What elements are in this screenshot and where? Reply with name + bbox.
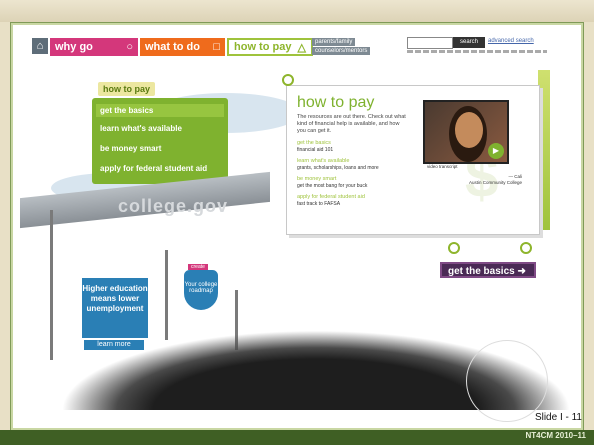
square-icon: □ <box>213 41 220 53</box>
slide-top-band <box>0 0 594 22</box>
slide-number: Slide I - 11 <box>534 412 582 423</box>
video-transcript-link[interactable]: video transcript <box>427 164 458 169</box>
quote-attribution: — Cali Austin Community College <box>462 174 522 186</box>
link-be-money-smart[interactable]: be money smart <box>297 176 336 182</box>
link-subtext: fast track to FAFSA <box>297 201 341 207</box>
menu-item-be-money-smart[interactable]: be money smart <box>100 144 161 153</box>
unemployment-sign[interactable]: Higher education means lower unemploymen… <box>82 278 148 338</box>
parents-link[interactable]: parents/family <box>312 38 356 46</box>
tab-how-to-pay[interactable]: how to pay △ <box>227 38 313 56</box>
tab-label: what to do <box>145 41 200 53</box>
tab-label: why go <box>55 41 93 53</box>
create-tag: create <box>188 264 208 270</box>
slide-footer-bar: NT4CM 2010–11 <box>0 430 594 445</box>
link-learn-whats-available[interactable]: learn what's available <box>297 158 349 164</box>
menu-header: how to pay <box>98 82 155 96</box>
link-subtext: financial aid 101 <box>297 147 334 153</box>
video-player[interactable]: ▶ <box>423 100 509 164</box>
link-subtext: get the most bang for your buck <box>297 183 368 189</box>
advanced-search-link[interactable]: advanced search <box>488 38 534 44</box>
circle-icon: ○ <box>126 41 133 53</box>
pin-icon <box>282 74 294 86</box>
arrow-right-icon: ➜ <box>517 266 526 277</box>
video-face <box>455 112 483 148</box>
menu-item-learn-whats-available[interactable]: learn what's available <box>100 124 182 133</box>
quote-school: Austin Community College <box>468 180 522 185</box>
top-navigation: ⌂ why go ○ what to do □ how to pay △ <box>32 38 313 56</box>
play-icon[interactable]: ▶ <box>488 143 504 159</box>
footer-code: NT4CM 2010–11 <box>525 431 586 440</box>
triangle-icon: △ <box>297 41 306 54</box>
how-to-pay-billboard: $ how to pay The resources are out there… <box>286 85 540 235</box>
menu-item-get-the-basics[interactable]: get the basics <box>96 104 224 117</box>
counselors-link[interactable]: counselors/mentors <box>312 47 371 55</box>
billboard-intro: The resources are out there. Check out w… <box>297 114 406 134</box>
tab-why-go[interactable]: why go ○ <box>50 38 138 56</box>
link-get-the-basics[interactable]: get the basics <box>297 140 331 146</box>
menu-item-apply-federal-aid[interactable]: apply for federal student aid <box>100 164 207 173</box>
power-pole <box>165 250 168 340</box>
billboard-title: how to pay <box>297 94 375 111</box>
search-input[interactable] <box>407 37 453 49</box>
power-pole <box>50 210 53 360</box>
learn-more-button[interactable]: learn more <box>84 340 144 350</box>
link-subtext: grants, scholarships, loans and more <box>297 165 379 171</box>
college-gov-watermark: college.gov <box>118 196 229 216</box>
cta-label: get the basics <box>448 266 515 277</box>
seal-watermark-icon <box>466 340 548 422</box>
search-button[interactable]: search <box>453 37 485 48</box>
home-icon[interactable]: ⌂ <box>32 38 48 54</box>
tab-label: how to pay <box>234 41 292 53</box>
pin-icon <box>520 242 532 254</box>
college-roadmap-sign[interactable]: Your college roadmap <box>182 268 220 312</box>
pin-icon <box>448 242 460 254</box>
get-the-basics-button[interactable]: get the basics ➜ <box>440 262 536 278</box>
link-apply-federal-aid[interactable]: apply for federal student aid <box>297 194 365 200</box>
how-to-pay-menu: get the basics learn what's available be… <box>92 98 228 184</box>
tab-what-to-do[interactable]: what to do □ <box>140 38 225 56</box>
fine-print <box>407 50 547 53</box>
